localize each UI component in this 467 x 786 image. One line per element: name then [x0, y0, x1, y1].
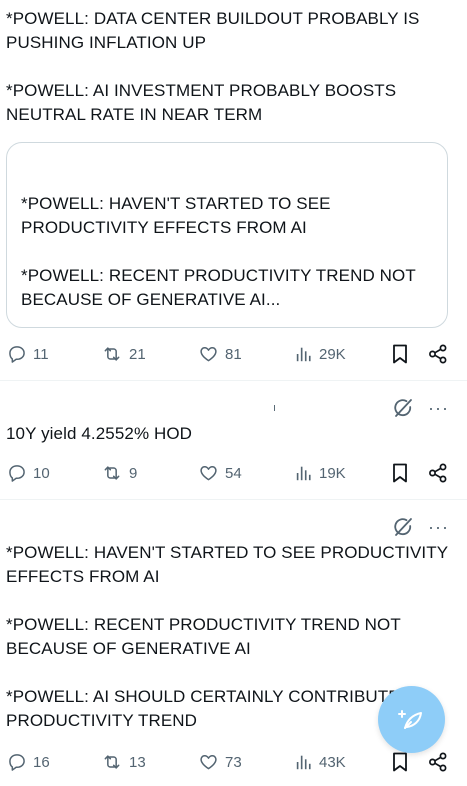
post-2-text: 10Y yield 4.2552% HOD [6, 424, 193, 443]
views-button[interactable]: 19K [295, 461, 346, 485]
share-button[interactable] [428, 342, 448, 366]
post-2-top-icons: ··· [392, 396, 449, 420]
reply-count: 10 [33, 464, 50, 482]
share-icon [429, 463, 447, 483]
more-options-icon[interactable]: ··· [428, 399, 449, 417]
repost-button[interactable]: 21 [101, 342, 146, 366]
post-1-text: *POWELL: DATA CENTER BUILDOUT PROBABLY I… [6, 9, 420, 124]
share-icon [429, 344, 447, 364]
more-options-icon[interactable]: ··· [428, 518, 449, 536]
views-count: 43K [319, 753, 346, 771]
like-count: 81 [225, 345, 242, 363]
post-1-action-bar: 11 21 81 29K [0, 342, 467, 366]
share-icon [429, 752, 447, 772]
reply-button[interactable]: 11 [7, 342, 49, 366]
repost-count: 9 [129, 464, 138, 482]
reply-icon [9, 754, 25, 771]
bookmark-button[interactable] [391, 750, 409, 774]
bookmark-button[interactable] [391, 342, 409, 366]
post-2-action-bar: 10 9 54 19K [0, 461, 467, 485]
repost-icon [104, 755, 120, 769]
reply-icon [9, 346, 25, 363]
compose-feather-icon [397, 709, 422, 729]
views-button[interactable]: 29K [295, 342, 346, 366]
compose-post-button[interactable] [378, 686, 445, 753]
repost-icon [104, 466, 120, 480]
post-3-action-bar: 16 13 73 43K [0, 750, 467, 774]
reply-icon [9, 465, 25, 482]
grok-icon[interactable] [392, 397, 414, 419]
grok-icon[interactable] [392, 516, 414, 538]
reply-button[interactable]: 16 [7, 750, 50, 774]
repost-icon [104, 347, 120, 361]
post-divider [0, 499, 467, 500]
views-icon [296, 466, 311, 481]
views-button[interactable]: 43K [295, 750, 346, 774]
like-button[interactable]: 81 [198, 342, 242, 366]
quoted-post-text: *POWELL: HAVEN'T STARTED TO SEE PRODUCTI… [21, 194, 416, 309]
views-icon [296, 347, 311, 362]
tiny-mark: ı [273, 402, 277, 414]
repost-count: 21 [129, 345, 146, 363]
heart-icon [200, 755, 217, 770]
bookmark-icon [393, 344, 407, 364]
bookmark-icon [393, 752, 407, 772]
share-button[interactable] [428, 461, 448, 485]
like-button[interactable]: 54 [198, 461, 242, 485]
views-icon [296, 755, 311, 770]
repost-button[interactable]: 9 [101, 461, 137, 485]
like-button[interactable]: 73 [198, 750, 242, 774]
reply-count: 16 [33, 753, 50, 771]
heart-icon [200, 466, 217, 481]
share-button[interactable] [428, 750, 448, 774]
like-count: 73 [225, 753, 242, 771]
views-count: 19K [319, 464, 346, 482]
reply-button[interactable]: 10 [7, 461, 50, 485]
bookmark-icon [393, 463, 407, 483]
quoted-post-card[interactable]: *POWELL: HAVEN'T STARTED TO SEE PRODUCTI… [6, 142, 448, 328]
bookmark-button[interactable] [391, 461, 409, 485]
post-divider [0, 380, 467, 381]
views-count: 29K [319, 345, 346, 363]
repost-button[interactable]: 13 [101, 750, 146, 774]
repost-count: 13 [129, 753, 146, 771]
like-count: 54 [225, 464, 242, 482]
post-3-top-icons: ··· [392, 515, 449, 539]
heart-icon [200, 347, 217, 362]
reply-count: 11 [33, 345, 49, 363]
